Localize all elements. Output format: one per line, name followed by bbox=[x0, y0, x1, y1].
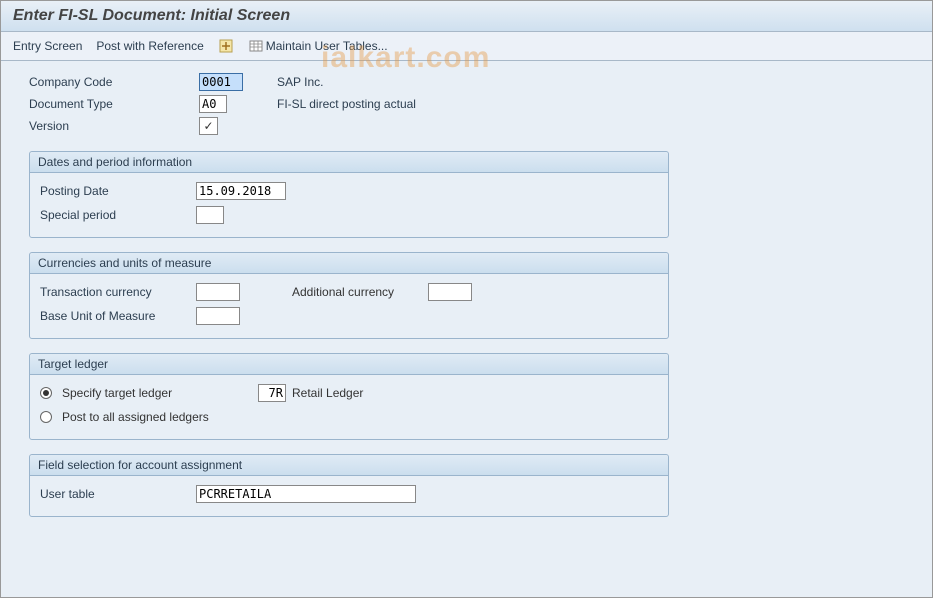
entry-screen-menu[interactable]: Entry Screen bbox=[13, 39, 82, 53]
additional-currency-input[interactable] bbox=[428, 283, 472, 301]
header-fields: Company Code SAP Inc. Document Type FI-S… bbox=[29, 73, 904, 135]
toolbar: Entry Screen Post with Reference Maintai… bbox=[1, 32, 932, 61]
transaction-currency-input[interactable] bbox=[196, 283, 240, 301]
group-currencies-title: Currencies and units of measure bbox=[30, 253, 668, 274]
maintain-user-tables-menu[interactable]: Maintain User Tables... bbox=[248, 38, 388, 54]
user-table-label: User table bbox=[40, 487, 190, 501]
table-icon bbox=[248, 38, 264, 54]
specify-target-ledger-radio[interactable] bbox=[40, 387, 52, 399]
post-with-reference-menu[interactable]: Post with Reference bbox=[96, 39, 203, 53]
app-frame: Enter FI-SL Document: Initial Screen Ent… bbox=[0, 0, 933, 598]
document-type-label: Document Type bbox=[29, 97, 199, 111]
company-code-label: Company Code bbox=[29, 75, 199, 89]
transaction-currency-label: Transaction currency bbox=[40, 285, 190, 299]
post-all-ledgers-radio[interactable] bbox=[40, 411, 52, 423]
group-currencies: Currencies and units of measure Transact… bbox=[29, 252, 669, 339]
company-code-input[interactable] bbox=[199, 73, 243, 91]
post-all-ledgers-label: Post to all assigned ledgers bbox=[62, 410, 209, 424]
page-title: Enter FI-SL Document: Initial Screen bbox=[1, 1, 932, 32]
specify-target-ledger-label: Specify target ledger bbox=[62, 386, 252, 400]
group-field-selection: Field selection for account assignment U… bbox=[29, 454, 669, 517]
insert-icon[interactable] bbox=[218, 38, 234, 54]
user-table-input[interactable] bbox=[196, 485, 416, 503]
version-checkbox[interactable]: ✓ bbox=[199, 117, 218, 135]
group-field-selection-title: Field selection for account assignment bbox=[30, 455, 668, 476]
group-target-ledger: Target ledger Specify target ledger Reta… bbox=[29, 353, 669, 440]
maintain-user-tables-label: Maintain User Tables... bbox=[266, 39, 388, 53]
document-type-desc: FI-SL direct posting actual bbox=[269, 97, 469, 111]
additional-currency-label: Additional currency bbox=[292, 285, 422, 299]
target-ledger-input[interactable] bbox=[258, 384, 286, 402]
base-uom-label: Base Unit of Measure bbox=[40, 309, 190, 323]
special-period-label: Special period bbox=[40, 208, 190, 222]
special-period-input[interactable] bbox=[196, 206, 224, 224]
posting-date-input[interactable] bbox=[196, 182, 286, 200]
posting-date-label: Posting Date bbox=[40, 184, 190, 198]
group-target-ledger-title: Target ledger bbox=[30, 354, 668, 375]
content-area: Company Code SAP Inc. Document Type FI-S… bbox=[1, 61, 932, 543]
version-label: Version bbox=[29, 119, 199, 133]
group-dates: Dates and period information Posting Dat… bbox=[29, 151, 669, 238]
company-code-desc: SAP Inc. bbox=[269, 75, 469, 89]
base-uom-input[interactable] bbox=[196, 307, 240, 325]
target-ledger-desc: Retail Ledger bbox=[292, 386, 363, 400]
document-type-input[interactable] bbox=[199, 95, 227, 113]
group-dates-title: Dates and period information bbox=[30, 152, 668, 173]
